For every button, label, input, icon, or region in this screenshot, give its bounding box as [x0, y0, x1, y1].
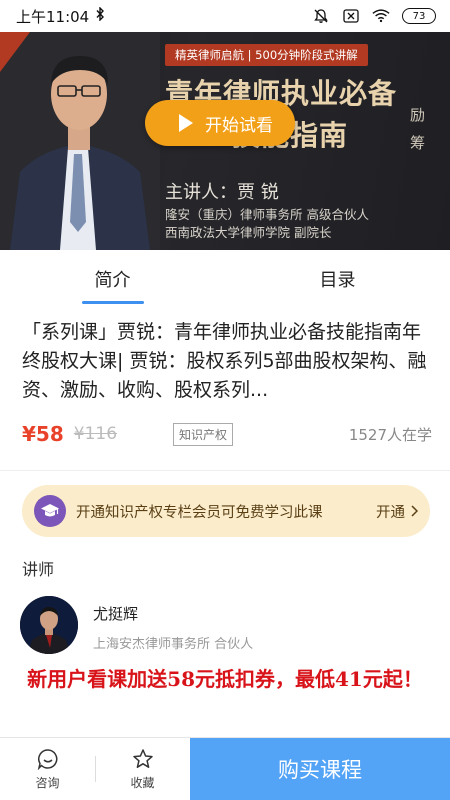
teacher-name: 尤挺辉 [93, 605, 139, 623]
star-icon [132, 748, 153, 768]
price-row: ¥58 ¥116 知识产权 1527人在学 [22, 420, 432, 448]
battery-indicator: 73 [402, 8, 436, 24]
consult-button[interactable]: 咨询 [0, 738, 95, 800]
membership-text: 开通知识产权专栏会员可免费学习此课 [76, 504, 323, 521]
chat-smile-icon [37, 748, 57, 770]
graduation-cap-icon [34, 495, 66, 527]
banner-side-text-1: 励 [410, 106, 426, 124]
tab-catalog[interactable]: 目录 [225, 250, 450, 308]
status-time: 上午11:04 [16, 7, 90, 26]
new-user-promo: 新用户看课加送58元抵扣券，最低41元起！ [27, 667, 423, 691]
banner-org-line2: 西南政法大学律师学院 副院长 [165, 225, 332, 240]
section-divider [0, 470, 450, 471]
membership-activate-link[interactable]: 开通 [376, 501, 418, 522]
start-preview-label: 开始试看 [205, 115, 273, 136]
banner-side-text-2: 筹 [410, 134, 426, 152]
bluetooth-icon [95, 6, 105, 25]
mute-icon [312, 7, 330, 25]
favorite-button[interactable]: 收藏 [95, 738, 190, 800]
tab-intro[interactable]: 简介 [0, 250, 225, 308]
banner-presenter: 主讲人：贾 锐 [165, 182, 279, 203]
banner-org-line1: 隆安（重庆）律师事务所 高级合伙人 [165, 207, 369, 222]
teacher-organization: 上海安杰律师事务所 合伙人 [93, 637, 254, 652]
content-tabs: 简介 目录 [0, 250, 450, 308]
teacher-avatar[interactable] [20, 596, 78, 654]
sim-error-icon [342, 7, 360, 25]
course-title: 「系列课」贾锐：青年律师执业必备技能指南年终股权大课| 贾锐：股权系列5部曲股权… [22, 321, 427, 401]
bottom-action-bar: 咨询 收藏 购买课程 [0, 737, 450, 800]
current-price: ¥58 [22, 422, 64, 446]
wifi-icon [372, 7, 390, 25]
start-preview-button[interactable]: 开始试看 [145, 100, 295, 146]
status-bar: 上午11:04 73 [0, 0, 450, 32]
course-video-banner[interactable]: 精英律师启航 | 500分钟阶段式讲解 青年律师执业必备 技能指南 励 筹 主讲… [0, 32, 450, 250]
presenter-photo [0, 32, 160, 250]
membership-activate-label: 开通 [376, 504, 405, 521]
teacher-section-label: 讲师 [22, 560, 55, 579]
buy-course-button[interactable]: 购买课程 [190, 738, 450, 800]
chevron-right-icon [411, 505, 418, 517]
membership-banner[interactable]: 开通知识产权专栏会员可免费学习此课 开通 [22, 485, 430, 537]
original-price: ¥116 [73, 424, 118, 444]
favorite-label: 收藏 [130, 775, 155, 790]
banner-tagline: 精英律师启航 | 500分钟阶段式讲解 [165, 44, 368, 66]
category-tag[interactable]: 知识产权 [173, 422, 234, 446]
consult-label: 咨询 [35, 775, 60, 790]
play-icon [179, 114, 193, 132]
learner-count: 1527人在学 [348, 425, 432, 444]
